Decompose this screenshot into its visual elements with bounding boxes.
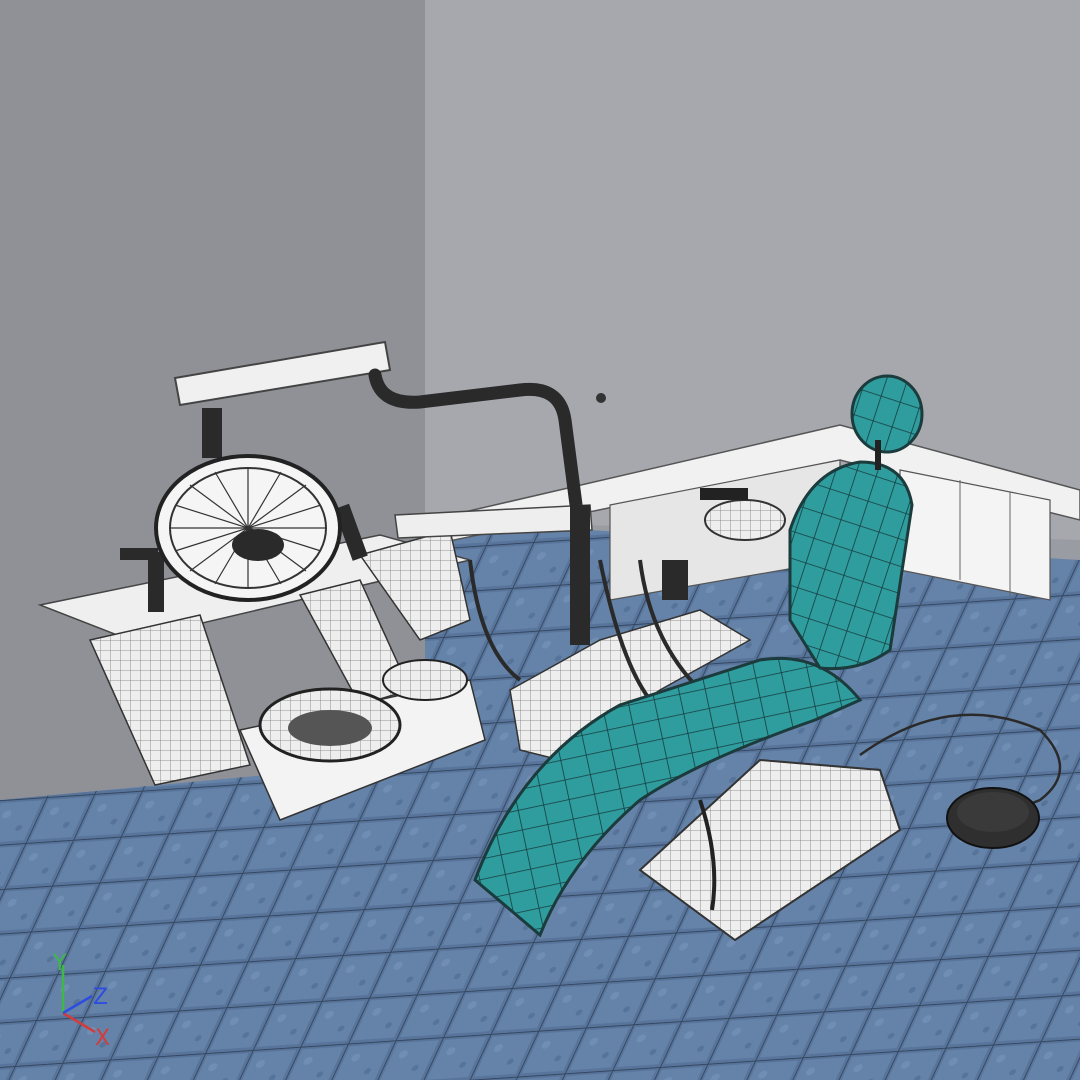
operating-light — [154, 454, 342, 602]
axis-z-label: Z — [93, 985, 108, 1010]
scene-canvas[interactable]: Y Z X — [0, 0, 1080, 1080]
axis-y-label: Y — [52, 951, 67, 976]
3d-viewport[interactable]: Y Z X — [0, 0, 1080, 1080]
chair-headrest — [850, 374, 924, 454]
axis-x-label: X — [95, 1026, 110, 1051]
small-light-dot — [596, 393, 606, 403]
cuspidor-basin — [382, 659, 468, 701]
